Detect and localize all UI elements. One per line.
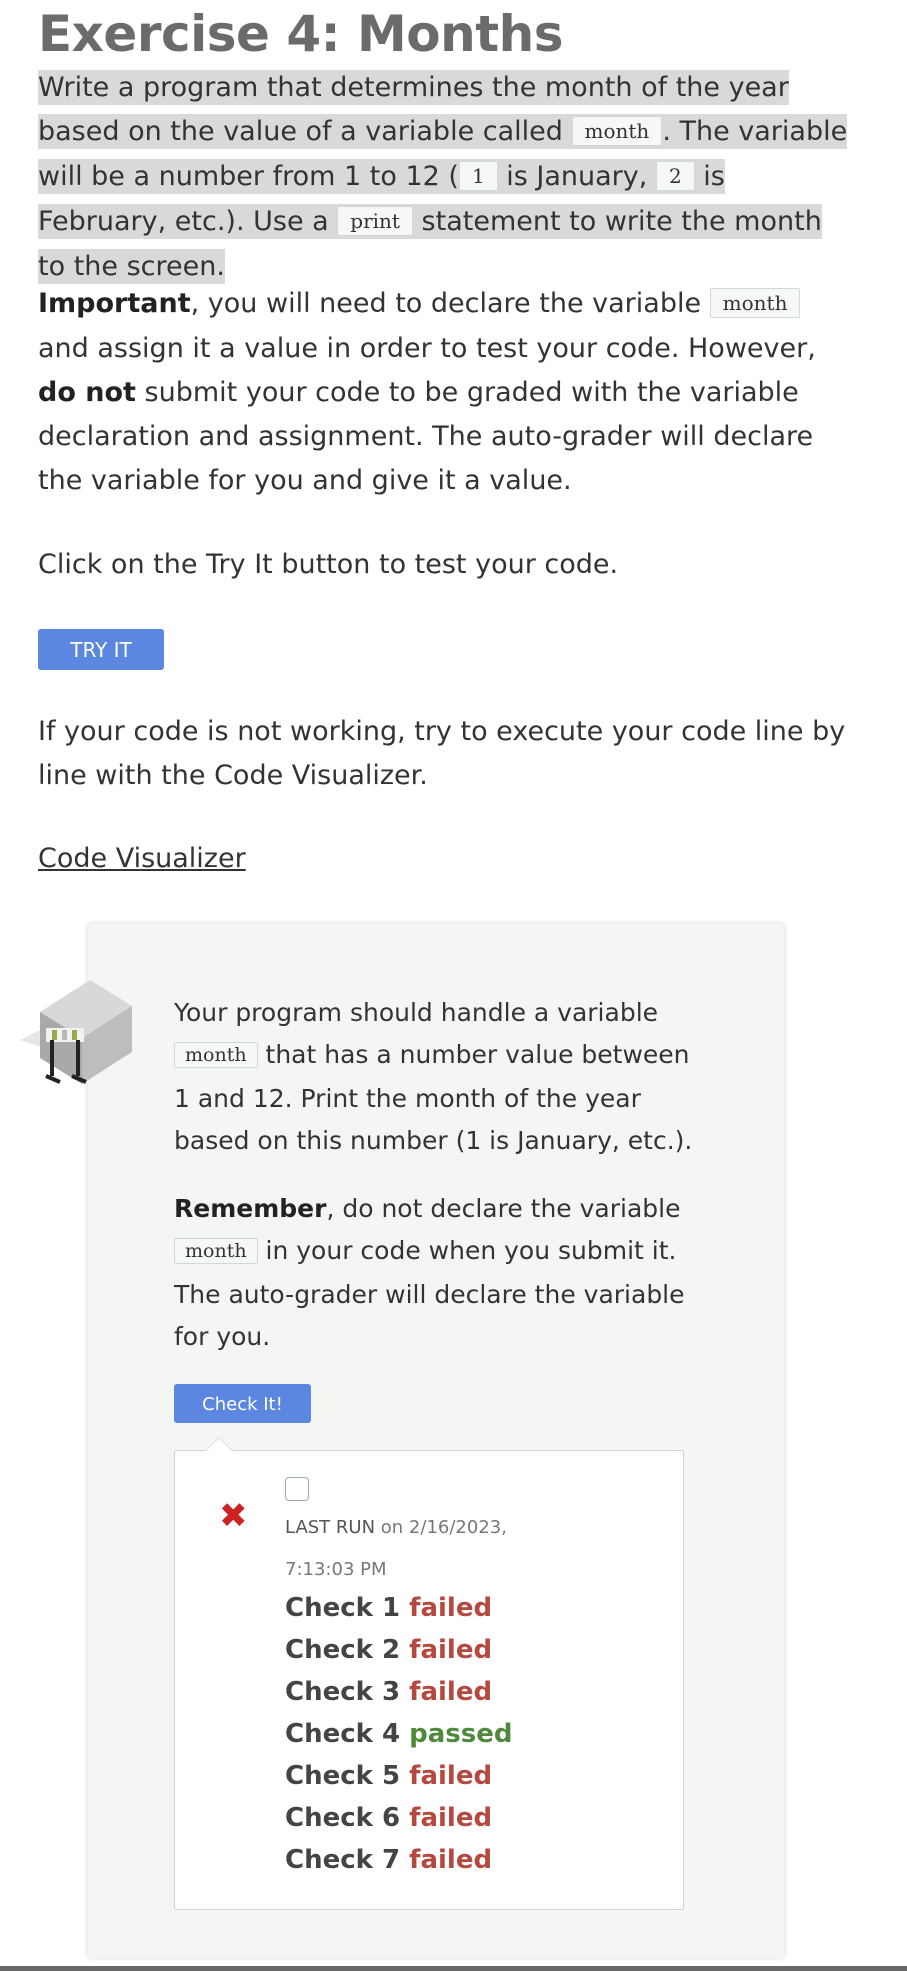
- result-pointer: [205, 1437, 233, 1451]
- check-results-list: Check 1 failed Check 2 failed Check 3 fa…: [285, 1587, 513, 1881]
- text-segment: , do not declare the variable: [326, 1194, 681, 1223]
- result-box: ✖ LAST RUN on 2/16/2023, 7:13:03 PM Chec…: [174, 1437, 684, 1910]
- do-not-label: do not: [38, 377, 136, 408]
- assessment-reminder: Remember, do not declare the variable mo…: [174, 1188, 694, 1358]
- check-result: Check 6 failed: [285, 1797, 513, 1839]
- check-label: Check 5: [285, 1761, 401, 1791]
- visualizer-instructions: If your code is not working, try to exec…: [38, 716, 846, 791]
- check-status: failed: [409, 1761, 493, 1791]
- code-print: print: [337, 206, 413, 236]
- check-label: Check 1: [285, 1593, 401, 1623]
- last-run-label: LAST RUN: [285, 1517, 376, 1538]
- try-it-instructions: Click on the Try It button to test your …: [38, 549, 619, 580]
- check-it-button[interactable]: Check It!: [174, 1384, 311, 1423]
- hurdle-icon: [20, 980, 132, 1084]
- check-status: failed: [409, 1845, 493, 1875]
- check-result: Check 1 failed: [285, 1587, 513, 1629]
- check-label: Check 4: [285, 1719, 401, 1749]
- code-month: month: [174, 1042, 258, 1068]
- check-status: failed: [409, 1593, 493, 1623]
- assessment-description: Your program should handle a variable mo…: [174, 992, 694, 1162]
- code-visualizer-link[interactable]: Code Visualizer: [38, 843, 246, 874]
- check-status: failed: [409, 1635, 493, 1665]
- text-segment: is January,: [497, 161, 656, 192]
- instructions-paragraph: Write a program that determines the mont…: [38, 66, 848, 289]
- highlighted-text: Write a program that determines the mont…: [38, 70, 848, 284]
- check-label: Check 7: [285, 1845, 401, 1875]
- text-segment: and assign it a value in order to test y…: [38, 333, 816, 364]
- bottom-divider: [0, 1966, 907, 1971]
- check-result: Check 5 failed: [285, 1755, 513, 1797]
- code-month: month: [709, 288, 801, 318]
- check-result: Check 4 passed: [285, 1713, 513, 1755]
- result-checkbox[interactable]: [285, 1477, 309, 1501]
- page-title: Exercise 4: Months: [38, 5, 563, 63]
- important-label: Important: [38, 288, 191, 319]
- text-segment: Your program should handle a variable: [174, 998, 659, 1027]
- check-result: Check 2 failed: [285, 1629, 513, 1671]
- check-status: failed: [409, 1677, 493, 1707]
- assessment-panel: Your program should handle a variable mo…: [88, 924, 784, 1958]
- last-run-info: LAST RUN on 2/16/2023, 7:13:03 PM: [285, 1507, 545, 1591]
- check-label: Check 6: [285, 1803, 401, 1833]
- important-paragraph: Important, you will need to declare the …: [38, 282, 848, 503]
- code-2: 2: [655, 161, 695, 191]
- visualizer-link-container: Code Visualizer: [38, 837, 848, 881]
- check-result: Check 7 failed: [285, 1839, 513, 1881]
- remember-label: Remember: [174, 1194, 327, 1223]
- check-label: Check 2: [285, 1635, 401, 1665]
- try-it-button[interactable]: TRY IT: [38, 629, 164, 670]
- code-month: month: [174, 1238, 258, 1264]
- check-result: Check 3 failed: [285, 1671, 513, 1713]
- check-label: Check 3: [285, 1677, 401, 1707]
- text-segment: submit your code to be graded with the v…: [38, 377, 814, 496]
- check-status: passed: [409, 1719, 513, 1749]
- text-segment: , you will need to declare the variable: [190, 288, 710, 319]
- check-status: failed: [409, 1803, 493, 1833]
- code-1: 1: [458, 161, 498, 191]
- close-icon: ✖: [219, 1496, 248, 1536]
- code-month: month: [571, 116, 663, 146]
